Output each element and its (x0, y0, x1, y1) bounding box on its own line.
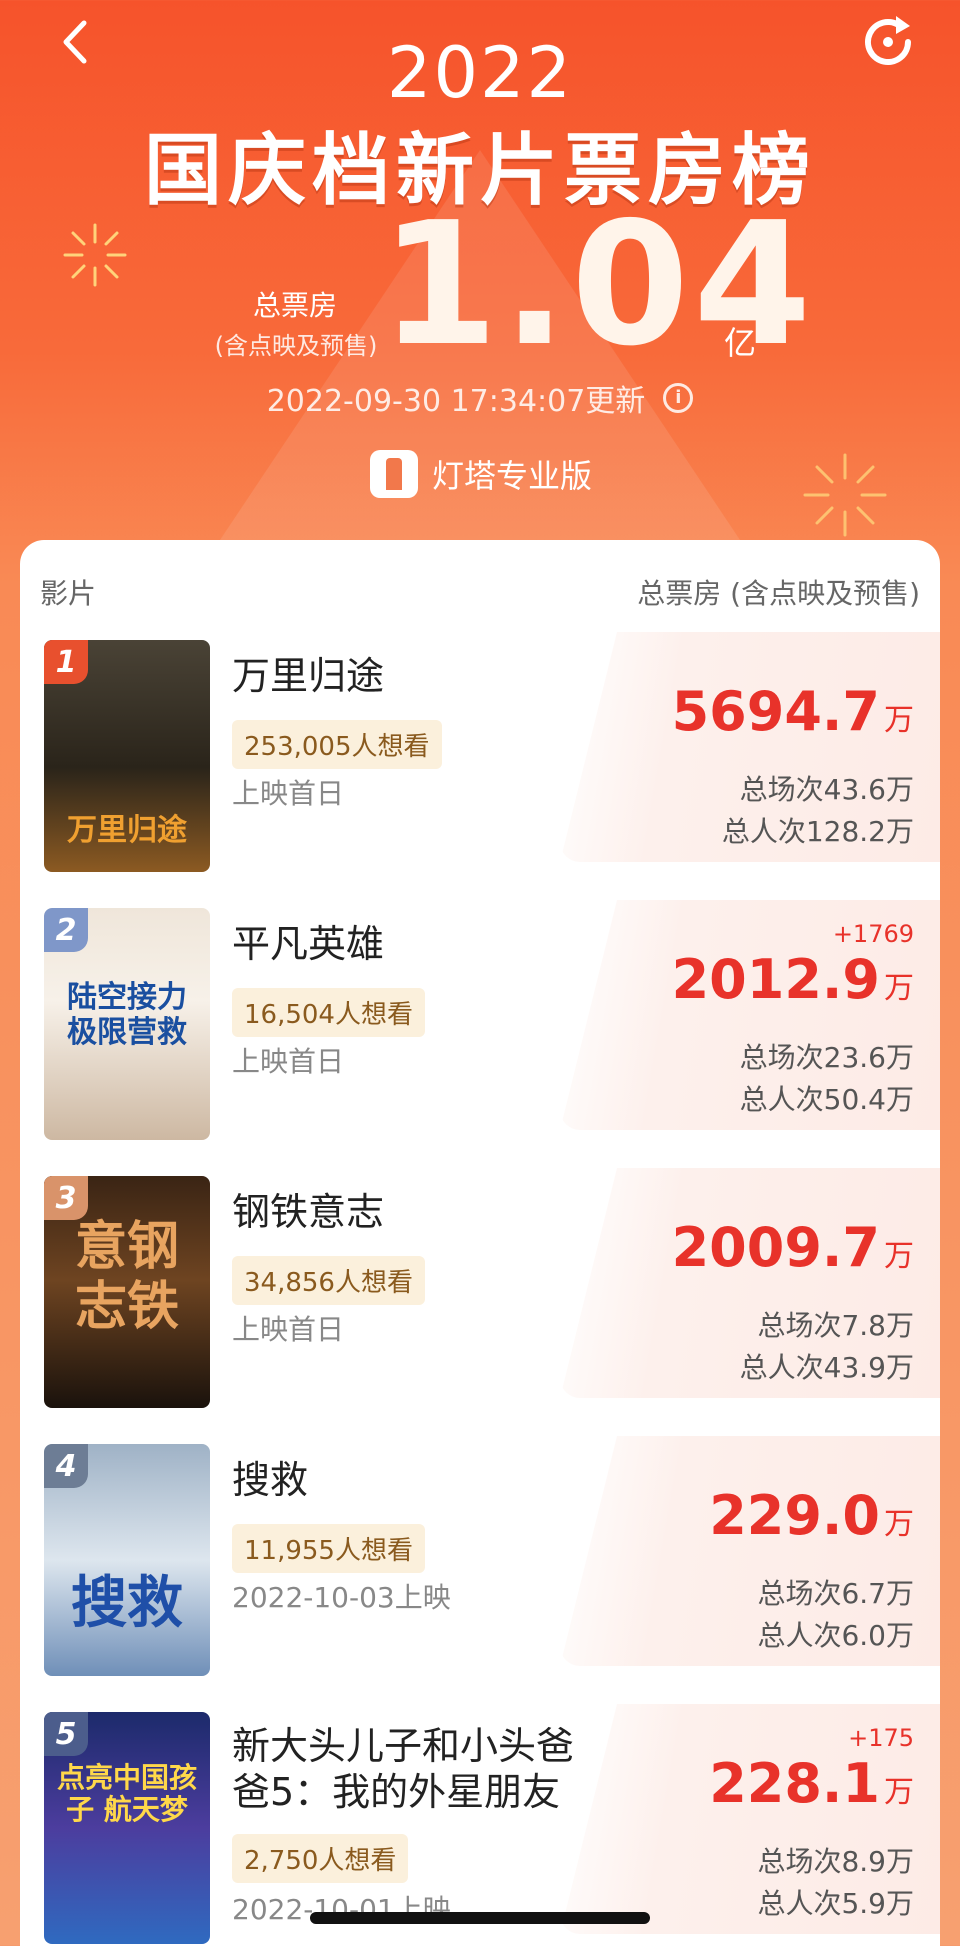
gross-number: 229.0 (709, 1484, 880, 1547)
want-to-see-badge: 11,955人想看 (232, 1524, 425, 1573)
release-info: 上映首日 (232, 777, 345, 810)
gross-delta: +1769 (832, 920, 914, 948)
viewers-count: 总人次50.4万 (739, 1083, 914, 1116)
movie-poster: 1 万里归途 (44, 640, 210, 872)
gross-unit: 万 (884, 971, 914, 1006)
want-to-see-badge: 253,005人想看 (232, 720, 442, 769)
gross-number: 2009.7 (671, 1216, 880, 1279)
brand-link[interactable]: 灯塔专业版 (370, 450, 592, 498)
sessions-count: 总场次6.7万 (757, 1577, 914, 1610)
movie-name: 万里归途 (232, 654, 385, 698)
gross-value: 2009.7 万 (672, 1216, 914, 1279)
sessions-count: 总场次8.9万 (757, 1845, 914, 1878)
movie-row[interactable]: 3 意钢 志铁 钢铁意志 34,856人想看 上映首日 2009.7 万 总场次7… (20, 1168, 940, 1418)
movie-row[interactable]: 2 陆空接力 极限营救 平凡英雄 16,504人想看 上映首日 +1769 20… (20, 900, 940, 1150)
rank-badge: 3 (44, 1176, 88, 1220)
home-indicator[interactable] (310, 1912, 650, 1924)
total-box-office-label: 总票房 (252, 289, 337, 322)
movie-poster: 5 点亮中国孩子 航天梦 (44, 1712, 210, 1944)
movie-name: 搜救 (232, 1458, 309, 1502)
poster-title: 万里归途 (67, 812, 187, 848)
hero-header: 2022 国庆档新片票房榜 总票房 (含点映及预售) 1.04 亿 2022-0… (0, 0, 960, 570)
gross-value: 228.1 万 (709, 1752, 914, 1815)
sessions-count: 总场次7.8万 (757, 1309, 914, 1342)
release-info: 上映首日 (232, 1313, 345, 1346)
movie-poster: 2 陆空接力 极限营救 (44, 908, 210, 1140)
movie-name: 钢铁意志 (232, 1190, 385, 1234)
sessions-count: 总场次23.6万 (739, 1041, 914, 1074)
gross-unit: 万 (884, 1507, 914, 1542)
poster-title: 陆空接力 极限营救 (67, 980, 187, 1050)
movie-row[interactable]: 4 搜救 搜救 11,955人想看 2022-10-03上映 229.0 万 总场… (20, 1436, 940, 1686)
viewers-count: 总人次43.9万 (739, 1351, 914, 1384)
gross-unit: 万 (884, 703, 914, 738)
movie-name: 新大头儿子和小头爸 爸5：我的外星朋友 (232, 1724, 632, 1815)
movie-row[interactable]: 1 万里归途 万里归途 253,005人想看 上映首日 5694.7 万 总场次4… (20, 632, 940, 882)
gross-unit: 万 (884, 1775, 914, 1810)
want-to-see-badge: 16,504人想看 (232, 988, 425, 1037)
update-time: 2022-09-30 17:34:07更新 i (0, 376, 960, 420)
brand-name: 灯塔专业版 (432, 457, 593, 495)
table-header: 影片 总票房 (含点映及预售) (40, 572, 920, 612)
ranking-card: 影片 总票房 (含点映及预售) 1 万里归途 万里归途 253,005人想看 上… (20, 540, 940, 1946)
poster-title: 意钢 志铁 (74, 1217, 179, 1338)
update-time-text: 2022-09-30 17:34:07更新 (266, 384, 646, 419)
release-info: 上映首日 (232, 1045, 345, 1078)
movie-poster: 3 意钢 志铁 (44, 1176, 210, 1408)
rank-badge: 2 (44, 908, 88, 952)
year-label: 2022 (386, 32, 574, 114)
movie-name: 平凡英雄 (232, 922, 385, 966)
poster-title: 点亮中国孩子 航天梦 (56, 1761, 197, 1827)
gross-value: 229.0 万 (709, 1484, 914, 1547)
gross-number: 228.1 (709, 1752, 880, 1815)
column-film: 影片 (40, 577, 97, 610)
movie-row[interactable]: 5 点亮中国孩子 航天梦 新大头儿子和小头爸 爸5：我的外星朋友 2,750人想… (20, 1704, 940, 1946)
rank-badge: 1 (44, 640, 88, 684)
release-info: 2022-10-03上映 (232, 1581, 451, 1614)
lighthouse-logo-icon (370, 450, 418, 498)
gross-number: 2012.9 (671, 948, 880, 1011)
firework-icon (803, 453, 887, 537)
total-box-office-unit: 亿 (724, 324, 757, 362)
gross-value: 2012.9 万 (672, 948, 914, 1011)
firework-icon (63, 223, 127, 287)
movie-poster: 4 搜救 (44, 1444, 210, 1676)
rank-badge: 5 (44, 1712, 88, 1756)
gross-delta: +175 (848, 1724, 914, 1752)
gross-value: 5694.7 万 (672, 680, 914, 743)
viewers-count: 总人次5.9万 (757, 1887, 914, 1920)
viewers-count: 总人次128.2万 (721, 815, 914, 848)
sessions-count: 总场次43.6万 (739, 773, 914, 806)
poster-title: 搜救 (71, 1570, 183, 1636)
movie-name-line: 新大头儿子和小头爸 (232, 1724, 575, 1768)
rank-badge: 4 (44, 1444, 88, 1488)
viewers-count: 总人次6.0万 (757, 1619, 914, 1652)
column-gross: 总票房 (含点映及预售) (637, 577, 920, 610)
gross-unit: 万 (884, 1239, 914, 1274)
total-box-office-sublabel: (含点映及预售) (214, 332, 378, 360)
want-to-see-badge: 34,856人想看 (232, 1256, 425, 1305)
gross-number: 5694.7 (671, 680, 880, 743)
info-icon[interactable]: i (663, 383, 694, 413)
movie-name-line: 爸5：我的外星朋友 (232, 1769, 561, 1814)
want-to-see-badge: 2,750人想看 (232, 1834, 409, 1883)
